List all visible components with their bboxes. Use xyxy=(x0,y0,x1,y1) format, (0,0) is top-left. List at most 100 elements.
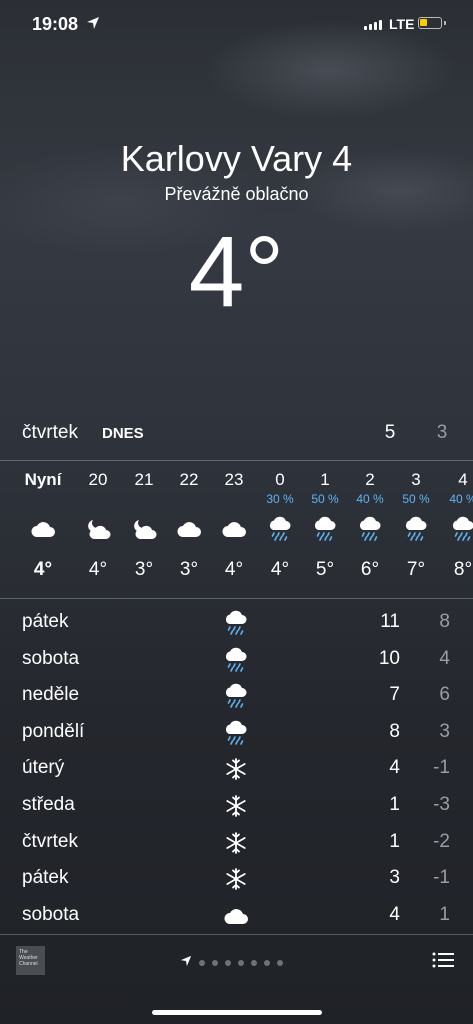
day-low: -1 xyxy=(433,757,450,779)
daily-row: čtvrtek 1 -2 xyxy=(0,826,473,863)
day-high: 7 xyxy=(389,684,400,706)
snowflake-icon xyxy=(222,791,250,821)
day-name: čtvrtek xyxy=(22,830,78,852)
hourly-item: 23 4° xyxy=(211,470,257,581)
day-name: pátek xyxy=(22,611,69,632)
rain-cloud-icon xyxy=(222,608,250,638)
weather-channel-logo[interactable]: The Weather Channel xyxy=(16,946,45,975)
cloud-icon xyxy=(222,901,250,931)
network-type: LTE xyxy=(389,16,415,32)
hour-label: 21 xyxy=(134,470,154,489)
today-day: čtvrtek xyxy=(22,422,78,443)
day-name: neděle xyxy=(22,684,80,706)
day-low: -2 xyxy=(433,830,450,852)
daily-row: úterý 4 -1 xyxy=(0,752,473,789)
precip-chance: 50 % xyxy=(311,492,339,506)
day-low: 4 xyxy=(439,647,450,669)
day-high: 4 xyxy=(389,757,400,779)
divider xyxy=(0,460,473,461)
day-name: sobota xyxy=(22,647,80,669)
bottom-toolbar: The Weather Channel xyxy=(0,936,473,996)
precip-chance: 40 % xyxy=(449,492,473,506)
daily-row: pátek 3 -1 xyxy=(0,862,473,899)
precip-chance xyxy=(166,492,212,508)
page-dot xyxy=(225,960,231,966)
daily-row: neděle 7 6 xyxy=(0,679,473,716)
day-high: 4 xyxy=(389,903,400,925)
hour-temperature: 3° xyxy=(179,559,199,580)
cloud-icon xyxy=(211,514,257,544)
cellular-signal-icon xyxy=(364,20,382,30)
day-name: pondělí xyxy=(22,720,85,742)
daily-row: středa 1 -3 xyxy=(0,789,473,826)
hour-label: Nyní xyxy=(24,470,62,489)
hour-label: 4 xyxy=(458,470,468,489)
hour-label: 23 xyxy=(224,470,244,489)
rain-cloud-icon xyxy=(347,514,393,544)
page-dot xyxy=(199,960,205,966)
day-high: 11 xyxy=(380,611,400,632)
rain-cloud-icon xyxy=(393,514,439,544)
hourly-item: 22 3° xyxy=(166,470,212,581)
hourly-item: 2 40 % 6° xyxy=(347,470,393,581)
page-dot xyxy=(251,960,257,966)
rain-cloud-icon xyxy=(222,718,250,748)
hour-label: 3 xyxy=(411,470,421,489)
location-arrow-icon xyxy=(180,954,192,972)
today-summary: čtvrtek DNES 5 3 xyxy=(0,422,473,452)
city-name: Karlovy Vary 4 xyxy=(120,138,353,179)
day-low: 6 xyxy=(439,684,450,706)
day-name: úterý xyxy=(22,757,65,779)
day-high: 10 xyxy=(378,647,400,669)
precip-chance: 40 % xyxy=(356,492,384,506)
day-name: sobota xyxy=(22,903,80,925)
day-low: 1 xyxy=(439,903,450,925)
hour-label: 20 xyxy=(88,470,108,489)
snowflake-icon xyxy=(222,864,250,894)
partly-cloudy-night-icon xyxy=(121,514,167,544)
hourly-forecast[interactable]: Nyní 4° 20 4° 21 3° 22 3° 23 4° 0 30 % 4° 1 50 % 5° 2 40 … xyxy=(0,470,473,590)
day-low: -3 xyxy=(433,793,450,815)
hour-label: 2 xyxy=(365,470,375,489)
home-indicator[interactable] xyxy=(152,1010,322,1015)
rain-cloud-icon xyxy=(440,514,473,544)
page-dot xyxy=(238,960,244,966)
hour-label: 0 xyxy=(275,470,285,489)
cloud-icon xyxy=(20,514,66,544)
hour-temperature: 4° xyxy=(270,559,290,580)
page-dot xyxy=(277,960,283,966)
day-high: 8 xyxy=(389,720,400,742)
daily-forecast: pátek 11 8 sobota 10 4 neděle 7 6 pondělí 8 3 úterý 4… xyxy=(0,606,473,935)
status-time: 19:08 xyxy=(32,14,79,34)
day-low: 8 xyxy=(439,611,450,632)
precip-chance: 50 % xyxy=(402,492,430,506)
divider xyxy=(0,598,473,599)
hourly-item: 20 4° xyxy=(75,470,121,581)
hourly-item: 3 50 % 7° xyxy=(393,470,439,581)
divider xyxy=(0,934,473,935)
hourly-item: Nyní 4° xyxy=(20,470,66,581)
partly-cloudy-night-icon xyxy=(75,514,121,544)
hour-temperature: 4° xyxy=(224,559,244,580)
precip-chance xyxy=(75,492,121,508)
today-high: 5 xyxy=(384,422,396,443)
page-indicator[interactable] xyxy=(180,954,283,972)
precip-chance xyxy=(20,492,66,508)
snowflake-icon xyxy=(222,754,250,784)
hour-temperature: 8° xyxy=(453,559,473,580)
rain-cloud-icon xyxy=(302,514,348,544)
hour-temperature: 3° xyxy=(134,559,154,580)
daily-row: pondělí 8 3 xyxy=(0,716,473,753)
hour-temperature: 7° xyxy=(406,559,426,580)
current-temperature: 4° xyxy=(188,216,285,328)
weather-condition: Převážně oblačno xyxy=(164,184,309,204)
hourly-item: 1 50 % 5° xyxy=(302,470,348,581)
snowflake-icon xyxy=(222,828,250,858)
hourly-item: 21 3° xyxy=(121,470,167,581)
location-arrow-icon xyxy=(87,17,99,29)
hourly-item: 0 30 % 4° xyxy=(257,470,303,581)
list-icon[interactable] xyxy=(432,951,454,969)
day-low: -1 xyxy=(433,867,450,889)
day-low: 3 xyxy=(439,720,450,742)
hour-label: 1 xyxy=(320,470,330,489)
